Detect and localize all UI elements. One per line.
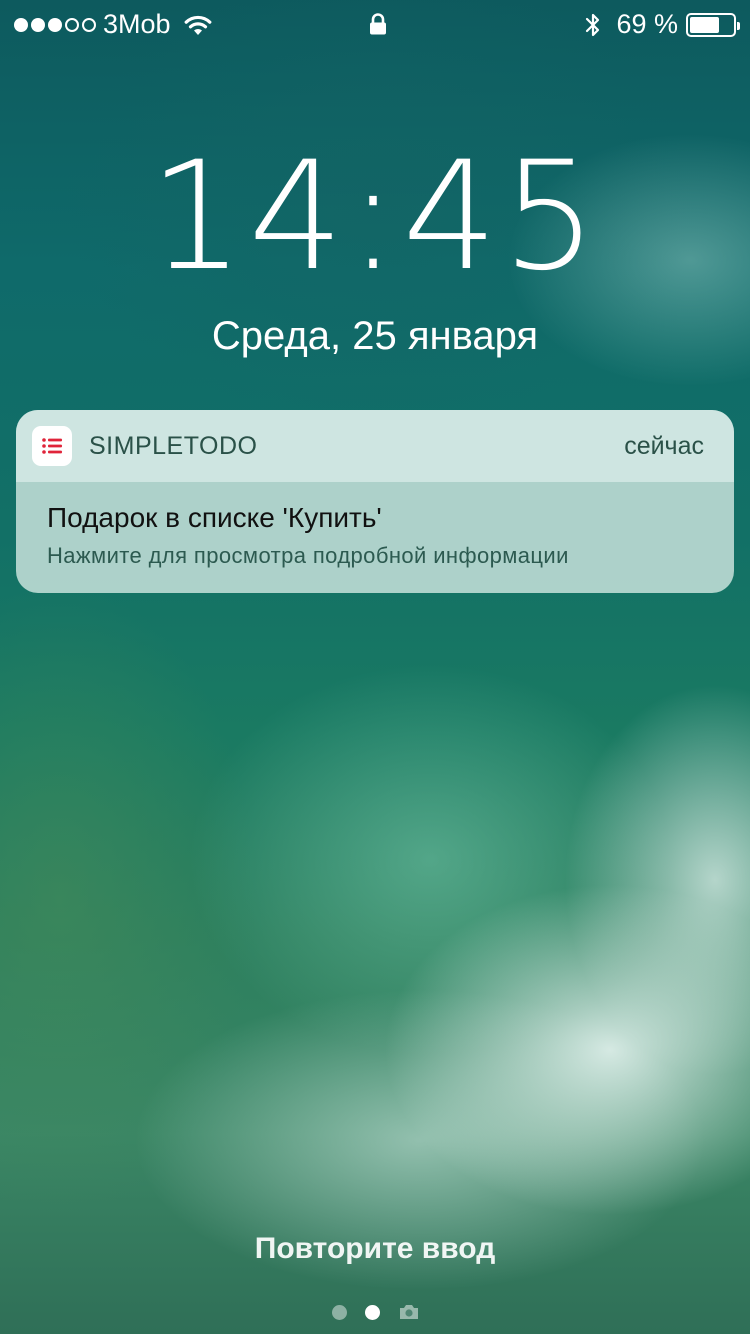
signal-bar-filled [48, 17, 62, 32]
battery-level-fill [690, 16, 719, 33]
battery-percent: 69 % [616, 9, 678, 39]
notification-title: Подарок в списке 'Купить' [47, 502, 382, 533]
camera-icon[interactable] [398, 1303, 420, 1321]
notification-header: SIMPLETODO сейчас [16, 410, 734, 482]
battery-icon [686, 12, 740, 37]
retry-unlock-label: Повторите ввод [254, 1232, 496, 1265]
signal-bar-filled [31, 17, 45, 32]
carrier-name: 3Mob [103, 9, 171, 39]
bluetooth-icon [586, 13, 600, 36]
notification-body: Нажмите для просмотра подробной информац… [47, 543, 569, 568]
signal-bar-filled [14, 17, 28, 32]
status-right: 69 % [584, 9, 740, 40]
lock-screen: 3Mob 69 % 14:45 Среда, 25 января SIMPLET… [0, 0, 750, 1334]
signal-bar-empty [65, 17, 79, 32]
battery-nub [737, 21, 740, 30]
notification-card[interactable]: SIMPLETODO сейчас Подарок в списке 'Купи… [16, 410, 734, 593]
notification-time: сейчас [624, 432, 704, 460]
page-dot-active[interactable] [365, 1304, 380, 1320]
list-icon [32, 426, 72, 466]
page-indicator [332, 1303, 420, 1321]
lock-icon [370, 13, 386, 35]
status-bar: 3Mob 69 % [0, 0, 750, 48]
lock-clock: 14:45 [148, 130, 602, 304]
wifi-icon [184, 15, 211, 35]
signal-bar-empty [82, 17, 96, 32]
lock-date: Среда, 25 января [211, 314, 539, 358]
notification-app-name: SIMPLETODO [89, 432, 258, 460]
page-dot[interactable] [332, 1304, 347, 1320]
status-left: 3Mob [14, 9, 213, 40]
